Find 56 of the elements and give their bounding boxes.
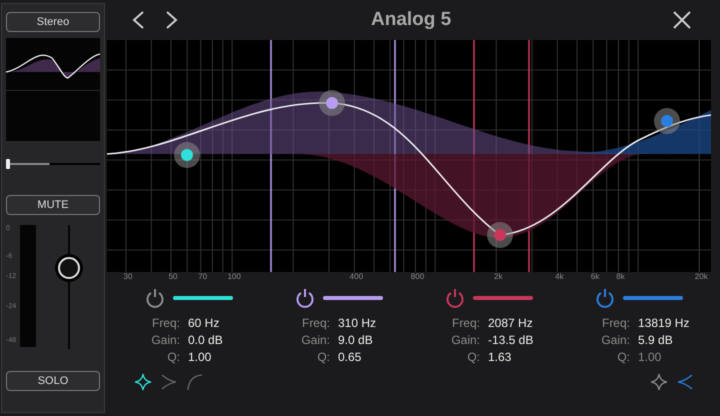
frequency-label: 20k (694, 272, 708, 281)
frequency-label: 2k (494, 272, 502, 281)
power-icon[interactable] (295, 288, 315, 308)
param-value[interactable]: 2087 Hz (488, 316, 533, 330)
frequency-label: 70 (198, 272, 208, 281)
close-icon[interactable] (672, 10, 692, 30)
frequency-label: 800 (410, 272, 424, 281)
power-icon[interactable] (445, 288, 465, 308)
param-value[interactable]: 310 Hz (338, 316, 376, 330)
frequency-label: 30 (124, 272, 132, 281)
param-label: Freq: (150, 316, 180, 330)
bell-shape-icon[interactable] (134, 373, 152, 391)
pan-slider[interactable] (6, 159, 100, 169)
band-node[interactable] (174, 142, 200, 168)
window-title: Analog 5 (371, 9, 452, 31)
param-label: Gain: (600, 332, 630, 346)
frequency-label: 400 (350, 272, 364, 281)
param-label: Q: (616, 350, 630, 364)
param-label: Q: (466, 350, 480, 364)
param-value[interactable]: -13.5 dB (488, 332, 534, 346)
frequency-label: 50 (168, 272, 178, 281)
curve-shape-icon[interactable] (186, 373, 204, 391)
param-label: Gain: (300, 332, 330, 346)
chevron-shape-icon[interactable] (160, 373, 178, 391)
param-value[interactable]: 1.63 (488, 350, 512, 364)
stereo-button[interactable]: Stereo (6, 12, 100, 32)
param-label: Freq: (600, 316, 630, 330)
frequency-label: 8k (616, 272, 625, 281)
power-icon[interactable] (145, 288, 165, 308)
band-node[interactable] (319, 90, 345, 116)
volume-fader[interactable] (58, 225, 80, 349)
chevron-shape-icon[interactable] (676, 373, 694, 391)
solo-button[interactable]: SOLO (6, 371, 100, 391)
param-label: Gain: (450, 332, 480, 346)
bell-shape-icon[interactable] (650, 373, 668, 391)
frequency-label: 4k (555, 272, 564, 281)
fader-knob[interactable] (58, 257, 80, 279)
param-value[interactable]: 13819 Hz (638, 316, 690, 330)
param-value[interactable]: 0.65 (338, 350, 362, 364)
param-value[interactable]: 1.00 (188, 350, 212, 364)
band-node[interactable] (487, 222, 513, 248)
power-icon[interactable] (595, 288, 615, 308)
param-value[interactable]: 0.0 dB (188, 332, 223, 346)
band-node[interactable] (654, 108, 680, 134)
param-label: Freq: (450, 316, 480, 330)
frequency-label: 6k (590, 272, 600, 281)
param-label: Q: (316, 350, 330, 364)
frequency-label: 100 (227, 272, 241, 281)
param-label: Gain: (150, 332, 180, 346)
param-value[interactable]: 5.9 dB (638, 332, 673, 346)
param-label: Freq: (300, 316, 330, 330)
pan-thumb[interactable] (6, 159, 10, 169)
param-label: Q: (166, 350, 180, 364)
param-value[interactable]: 9.0 dB (338, 332, 373, 346)
param-value[interactable]: 60 Hz (188, 316, 220, 330)
mute-button[interactable]: MUTE (6, 195, 100, 215)
